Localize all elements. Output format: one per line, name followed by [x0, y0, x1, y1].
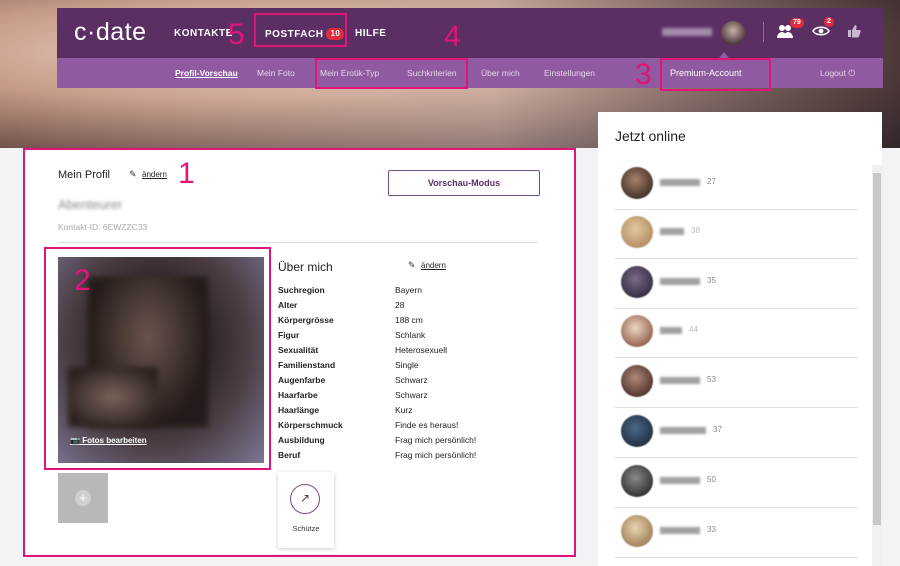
user-avatar[interactable] [721, 21, 745, 45]
user-avatar [621, 216, 653, 248]
annotation-number-1: 1 [178, 157, 195, 190]
thumbs-up-icon[interactable] [847, 24, 861, 42]
user-avatar [621, 415, 653, 447]
online-user-item[interactable]: 53 [615, 359, 858, 408]
divider [763, 22, 764, 42]
blurred-name [660, 527, 700, 534]
user-age: 53 [707, 375, 716, 384]
annotation-number-4: 4 [444, 20, 461, 53]
blurred-name [660, 377, 700, 384]
annotation-number-3: 3 [635, 58, 652, 91]
blurred-name [660, 427, 706, 434]
online-user-item[interactable]: 33 [615, 509, 858, 558]
online-user-item[interactable]: 38 [615, 210, 858, 259]
user-age: 33 [707, 525, 716, 534]
user-avatar [621, 515, 653, 547]
blurred-name [660, 477, 700, 484]
online-user-item[interactable]: 35 [615, 260, 858, 309]
subnav-einstellungen[interactable]: Einstellungen [544, 68, 595, 78]
highlight-box-postfach [254, 13, 347, 47]
online-users-panel: Jetzt online 27 38 35 44 53 37 50 33 [598, 112, 882, 566]
top-navigation-bar: c·date KONTAKTE POSTFACH 10 HILFE 79 2 [57, 8, 883, 58]
user-age: 35 [707, 276, 716, 285]
blurred-name [660, 228, 684, 235]
cdate-logo[interactable]: c·date [74, 18, 146, 47]
power-icon: ⏻ [848, 68, 856, 78]
user-avatar [621, 266, 653, 298]
online-panel-scrollbar[interactable] [872, 165, 882, 566]
annotation-number-5: 5 [228, 18, 245, 51]
logout-link[interactable]: Logout ⏻ [820, 68, 855, 79]
contacts-badge: 79 [790, 18, 804, 28]
online-user-item[interactable]: 44 [615, 309, 858, 358]
nav-hilfe[interactable]: HILFE [355, 28, 386, 39]
logout-label: Logout [820, 68, 846, 78]
blurred-name [660, 327, 682, 334]
user-age: 38 [691, 226, 700, 235]
highlight-box-premium [660, 58, 771, 91]
user-avatar [621, 465, 653, 497]
blurred-name [660, 278, 700, 285]
visitors-badge: 2 [824, 17, 834, 27]
scrollbar-thumb[interactable] [873, 173, 881, 525]
highlight-box-profile-tabs [315, 58, 468, 89]
user-age: 44 [689, 325, 698, 334]
subnav-mein-foto[interactable]: Mein Foto [257, 68, 295, 78]
subnav-profil-vorschau[interactable]: Profil-Vorschau [175, 68, 238, 78]
username-blurred[interactable] [662, 28, 712, 36]
user-age: 27 [707, 177, 716, 186]
user-avatar [621, 315, 653, 347]
user-age: 50 [707, 475, 716, 484]
online-user-item[interactable]: 50 [615, 459, 858, 508]
online-user-item[interactable]: 37 [615, 409, 858, 458]
user-avatar [621, 167, 653, 199]
user-avatar [621, 365, 653, 397]
user-age: 37 [713, 425, 722, 434]
subnav-ueber-mich[interactable]: Über mich [481, 68, 520, 78]
annotation-number-2: 2 [74, 264, 91, 297]
online-panel-title: Jetzt online [615, 128, 686, 144]
online-user-item[interactable]: 27 [615, 161, 858, 210]
nav-kontakte[interactable]: KONTAKTE [174, 28, 233, 39]
blurred-name [660, 179, 700, 186]
